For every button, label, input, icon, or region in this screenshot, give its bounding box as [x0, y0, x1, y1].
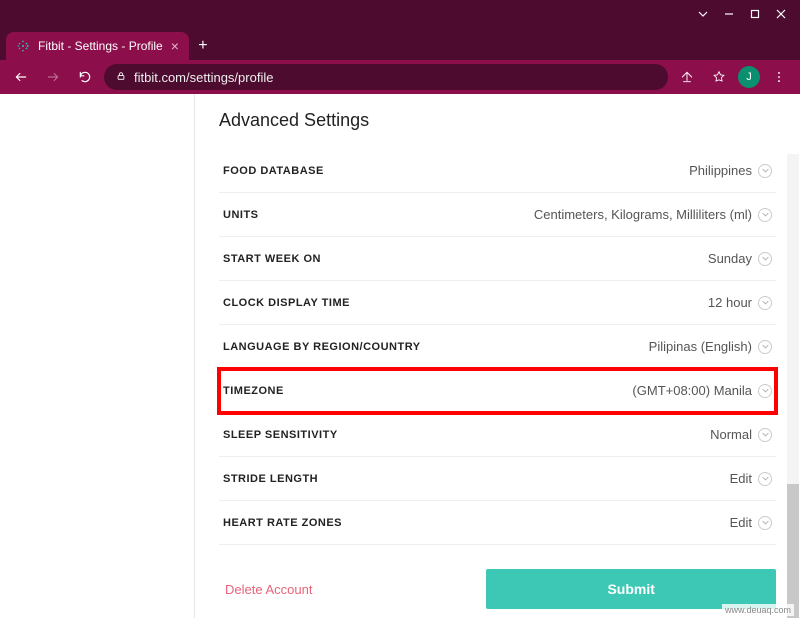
window-minimize-button[interactable]	[716, 4, 742, 24]
chevron-down-icon	[758, 296, 772, 310]
row-value: Sunday	[708, 251, 772, 266]
row-label: TIMEZONE	[223, 385, 284, 397]
url-text: fitbit.com/settings/profile	[134, 70, 273, 85]
bookmark-star-icon[interactable]	[706, 64, 732, 90]
forward-button[interactable]	[40, 64, 66, 90]
address-bar[interactable]: fitbit.com/settings/profile	[104, 64, 668, 90]
reload-button[interactable]	[72, 64, 98, 90]
window-close-button[interactable]	[768, 4, 794, 24]
row-value: Normal	[710, 427, 772, 442]
tab-close-icon[interactable]: ×	[171, 39, 179, 53]
window-maximize-button[interactable]	[742, 4, 768, 24]
row-label: SLEEP SENSITIVITY	[223, 429, 338, 441]
row-label: START WEEK ON	[223, 253, 321, 265]
left-sidebar	[0, 94, 195, 618]
browser-menu-icon[interactable]	[766, 64, 792, 90]
fitbit-favicon-icon	[16, 39, 30, 53]
row-value: Pilipinas (English)	[649, 339, 772, 354]
row-language[interactable]: LANGUAGE BY REGION/COUNTRY Pilipinas (En…	[219, 325, 776, 369]
chevron-down-icon	[758, 384, 772, 398]
tab-title: Fitbit - Settings - Profile	[38, 39, 163, 53]
browser-tabbar: Fitbit - Settings - Profile × +	[0, 28, 800, 60]
chevron-down-icon	[758, 208, 772, 222]
row-units[interactable]: UNITS Centimeters, Kilograms, Milliliter…	[219, 193, 776, 237]
profile-avatar[interactable]: J	[738, 66, 760, 88]
row-label: FOOD DATABASE	[223, 165, 324, 177]
row-label: LANGUAGE BY REGION/COUNTRY	[223, 341, 421, 353]
row-timezone[interactable]: TIMEZONE (GMT+08:00) Manila	[219, 369, 776, 413]
row-clock-display[interactable]: CLOCK DISPLAY TIME 12 hour	[219, 281, 776, 325]
chevron-down-icon	[758, 516, 772, 530]
chevron-down-icon	[758, 472, 772, 486]
scrollbar-thumb[interactable]	[787, 484, 799, 618]
back-button[interactable]	[8, 64, 34, 90]
row-label: UNITS	[223, 209, 259, 221]
row-value: Philippines	[689, 163, 772, 178]
page-content: Advanced Settings FOOD DATABASE Philippi…	[0, 94, 800, 618]
browser-tab-active[interactable]: Fitbit - Settings - Profile ×	[6, 32, 189, 60]
share-icon[interactable]	[674, 64, 700, 90]
settings-panel: Advanced Settings FOOD DATABASE Philippi…	[195, 94, 800, 618]
row-start-week[interactable]: START WEEK ON Sunday	[219, 237, 776, 281]
row-value: (GMT+08:00) Manila	[632, 383, 772, 398]
row-value: Edit	[730, 471, 772, 486]
row-food-database[interactable]: FOOD DATABASE Philippines	[219, 149, 776, 193]
actions-row: Delete Account Submit	[219, 569, 776, 609]
row-value: Edit	[730, 515, 772, 530]
chevron-down-icon	[758, 340, 772, 354]
row-sleep-sensitivity[interactable]: SLEEP SENSITIVITY Normal	[219, 413, 776, 457]
row-label: STRIDE LENGTH	[223, 473, 318, 485]
row-label: HEART RATE ZONES	[223, 517, 342, 529]
watermark: www.deuaq.com	[722, 604, 794, 616]
window-dropdown-icon[interactable]	[690, 4, 716, 24]
new-tab-button[interactable]: +	[189, 32, 217, 60]
row-heart-rate-zones[interactable]: HEART RATE ZONES Edit	[219, 501, 776, 545]
row-label: CLOCK DISPLAY TIME	[223, 297, 350, 309]
submit-button[interactable]: Submit	[486, 569, 776, 609]
section-title: Advanced Settings	[219, 110, 776, 131]
window-titlebar	[0, 0, 800, 28]
chevron-down-icon	[758, 428, 772, 442]
delete-account-link[interactable]: Delete Account	[219, 570, 466, 609]
row-value: Centimeters, Kilograms, Milliliters (ml)	[534, 207, 772, 222]
chevron-down-icon	[758, 164, 772, 178]
lock-icon	[116, 71, 126, 84]
row-value: 12 hour	[708, 295, 772, 310]
row-stride-length[interactable]: STRIDE LENGTH Edit	[219, 457, 776, 501]
chevron-down-icon	[758, 252, 772, 266]
browser-toolbar: fitbit.com/settings/profile J	[0, 60, 800, 94]
